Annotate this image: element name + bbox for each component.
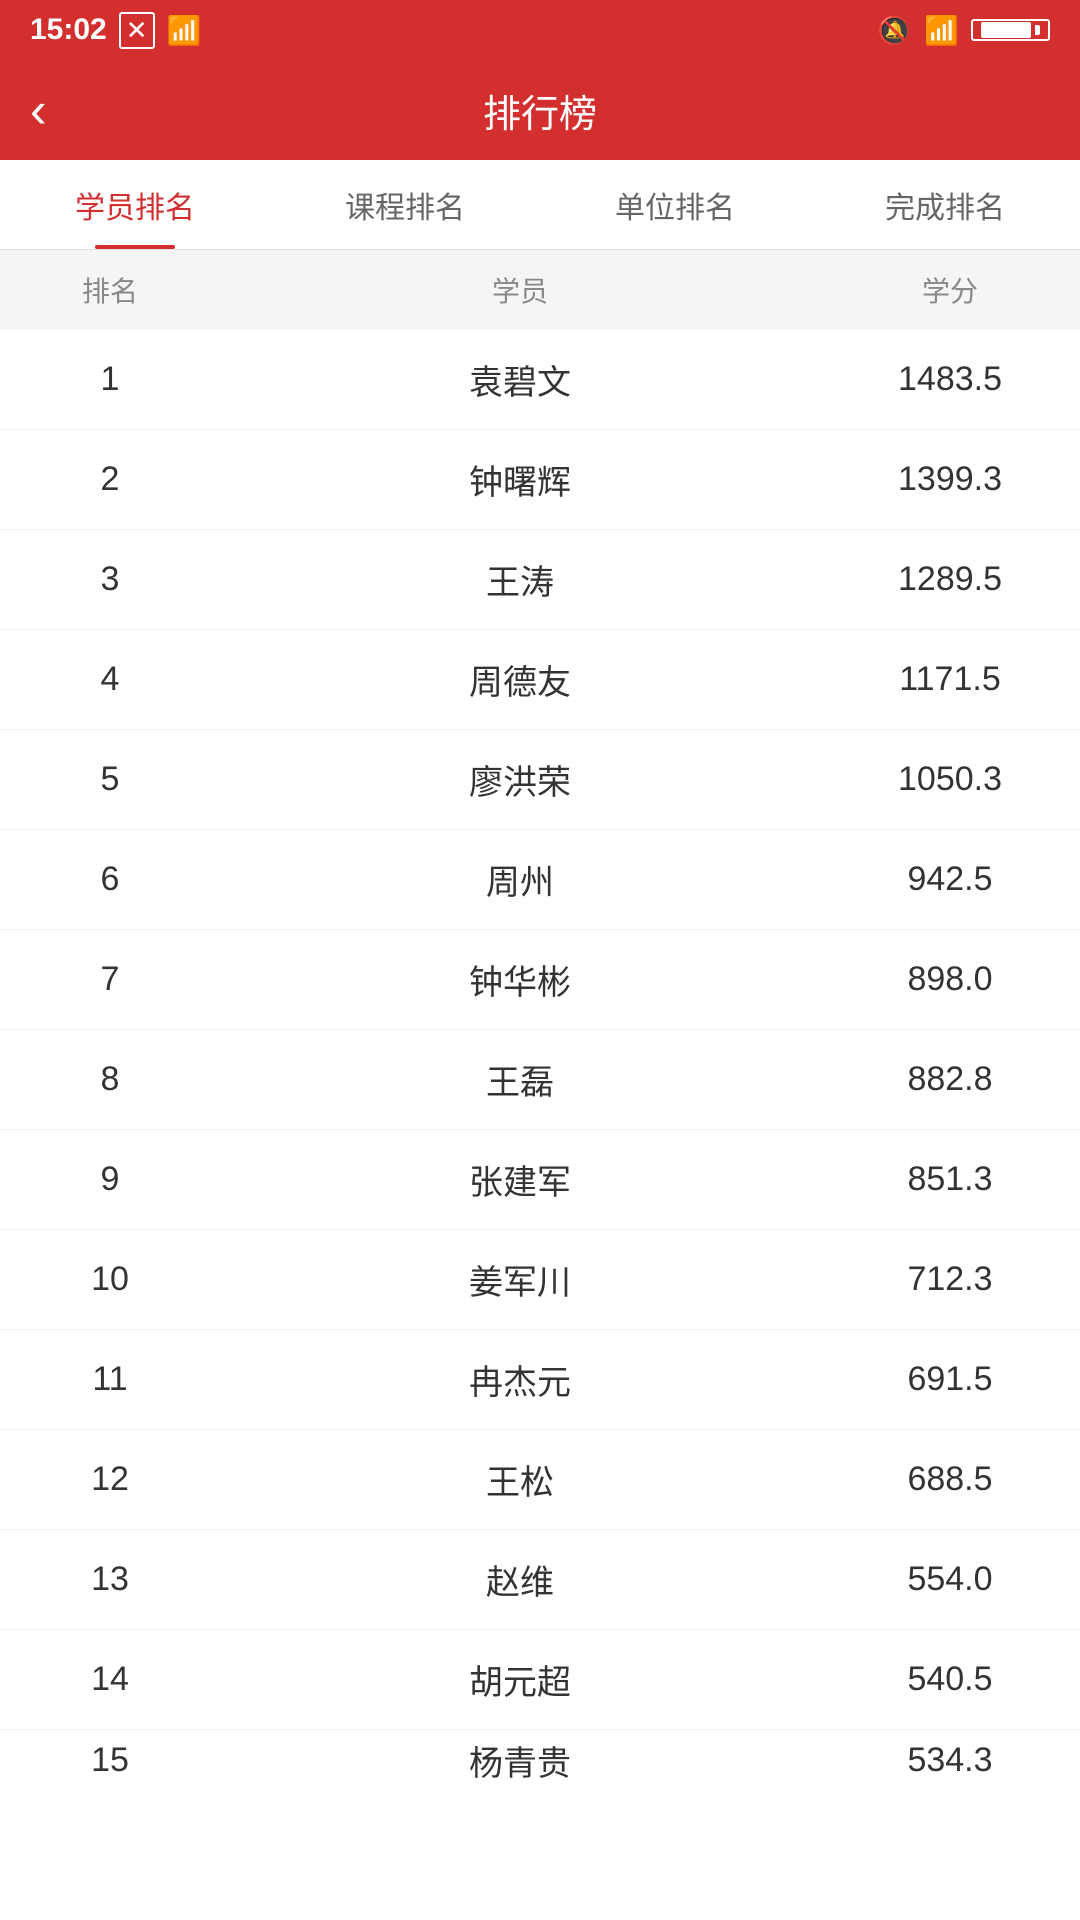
row-name: 钟曙辉 (220, 455, 820, 504)
tab-completion[interactable]: 完成排名 (810, 160, 1080, 249)
row-score: 534.3 (820, 1741, 1080, 1780)
row-name: 钟华彬 (220, 955, 820, 1004)
row-score: 851.3 (820, 1160, 1080, 1199)
row-name: 廖洪荣 (220, 755, 820, 804)
row-rank: 9 (0, 1160, 220, 1199)
tab-unit-label: 单位排名 (615, 183, 735, 227)
row-name: 周州 (220, 855, 820, 904)
row-rank: 1 (0, 360, 220, 399)
header-score: 学分 (820, 270, 1080, 310)
row-name: 杨青贵 (220, 1736, 820, 1785)
tab-course-label: 课程排名 (345, 183, 465, 227)
row-score: 540.5 (820, 1660, 1080, 1699)
table-row: 5 廖洪荣 1050.3 (0, 730, 1080, 830)
table-row: 2 钟曙辉 1399.3 (0, 430, 1080, 530)
row-rank: 3 (0, 560, 220, 599)
table-row: 8 王磊 882.8 (0, 1030, 1080, 1130)
notification-x-icon: ✕ (119, 12, 155, 49)
row-name: 冉杰元 (220, 1355, 820, 1404)
tab-unit[interactable]: 单位排名 (540, 160, 810, 249)
row-name: 姜军川 (220, 1255, 820, 1304)
row-name: 张建军 (220, 1155, 820, 1204)
tab-course[interactable]: 课程排名 (270, 160, 540, 249)
tab-student[interactable]: 学员排名 (0, 160, 270, 249)
row-name: 胡元超 (220, 1655, 820, 1704)
row-rank: 5 (0, 760, 220, 799)
status-left: 15:02 ✕ 📶 (30, 12, 201, 49)
row-rank: 10 (0, 1260, 220, 1299)
table-row: 14 胡元超 540.5 (0, 1630, 1080, 1730)
row-name: 周德友 (220, 655, 820, 704)
tab-completion-label: 完成排名 (885, 183, 1005, 227)
row-score: 691.5 (820, 1360, 1080, 1399)
row-score: 882.8 (820, 1060, 1080, 1099)
table-row: 13 赵维 554.0 (0, 1530, 1080, 1630)
row-rank: 15 (0, 1741, 220, 1780)
table-row: 11 冉杰元 691.5 (0, 1330, 1080, 1430)
row-name: 王松 (220, 1455, 820, 1504)
table-row: 4 周德友 1171.5 (0, 630, 1080, 730)
row-rank: 12 (0, 1460, 220, 1499)
row-score: 712.3 (820, 1260, 1080, 1299)
table-header: 排名 学员 学分 (0, 250, 1080, 330)
table-row: 15 杨青贵 534.3 (0, 1730, 1080, 1790)
table-row: 6 周州 942.5 (0, 830, 1080, 930)
row-rank: 13 (0, 1560, 220, 1599)
table-row: 12 王松 688.5 (0, 1430, 1080, 1530)
table-row: 9 张建军 851.3 (0, 1130, 1080, 1230)
nav-bar: ‹ 排行榜 (0, 60, 1080, 160)
row-score: 688.5 (820, 1460, 1080, 1499)
table-row: 3 王涛 1289.5 (0, 530, 1080, 630)
row-score: 942.5 (820, 860, 1080, 899)
row-rank: 8 (0, 1060, 220, 1099)
header-rank: 排名 (0, 270, 220, 310)
status-time: 15:02 (30, 13, 107, 47)
row-name: 赵维 (220, 1555, 820, 1604)
battery-icon (971, 19, 1050, 41)
row-rank: 7 (0, 960, 220, 999)
row-score: 1399.3 (820, 460, 1080, 499)
row-score: 898.0 (820, 960, 1080, 999)
row-name: 王涛 (220, 555, 820, 604)
status-bar: 15:02 ✕ 📶 🔕 📶 (0, 0, 1080, 60)
tab-student-label: 学员排名 (75, 183, 195, 227)
vibrate-icon: 🔕 (877, 14, 912, 47)
row-score: 1483.5 (820, 360, 1080, 399)
row-rank: 2 (0, 460, 220, 499)
row-score: 1050.3 (820, 760, 1080, 799)
row-rank: 4 (0, 660, 220, 699)
status-right: 🔕 📶 (877, 14, 1050, 47)
table-row: 10 姜军川 712.3 (0, 1230, 1080, 1330)
row-name: 王磊 (220, 1055, 820, 1104)
wifi-icon: 📶 (167, 14, 202, 47)
header-name: 学员 (220, 270, 820, 310)
table-row: 7 钟华彬 898.0 (0, 930, 1080, 1030)
bluetooth-icon: 📶 (924, 14, 959, 47)
row-score: 1171.5 (820, 660, 1080, 699)
row-score: 554.0 (820, 1560, 1080, 1599)
row-name: 袁碧文 (220, 355, 820, 404)
row-score: 1289.5 (820, 560, 1080, 599)
back-button[interactable]: ‹ (30, 85, 47, 135)
tab-bar: 学员排名 课程排名 单位排名 完成排名 (0, 160, 1080, 250)
table-row: 1 袁碧文 1483.5 (0, 330, 1080, 430)
page-title: 排行榜 (483, 83, 597, 138)
row-rank: 14 (0, 1660, 220, 1699)
row-rank: 6 (0, 860, 220, 899)
row-rank: 11 (0, 1360, 220, 1399)
table-body: 1 袁碧文 1483.5 2 钟曙辉 1399.3 3 王涛 1289.5 4 … (0, 330, 1080, 1790)
